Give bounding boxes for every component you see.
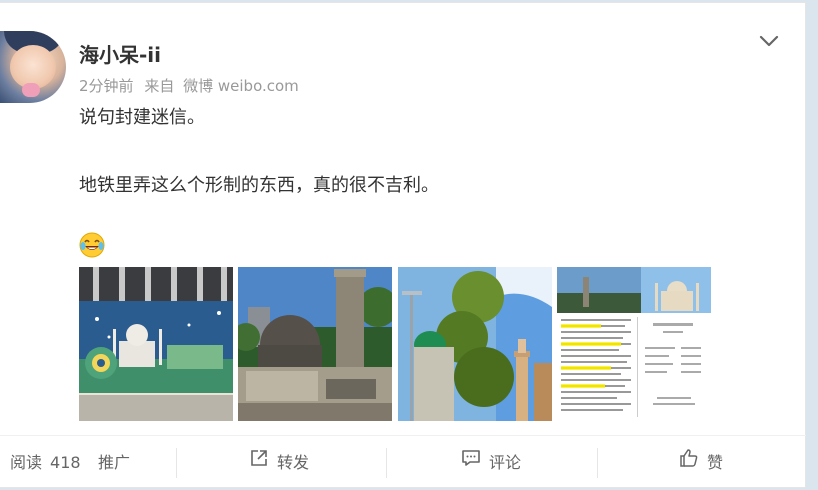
read-number: 418 xyxy=(50,453,81,472)
read-label: 阅读 xyxy=(10,453,43,472)
image-stone-monument[interactable] xyxy=(238,267,392,421)
promote-button[interactable]: 推广 xyxy=(98,436,130,490)
image-document-collage[interactable] xyxy=(557,267,711,421)
action-bar: 阅读 418 推广 转发 评论 赞 xyxy=(0,435,806,489)
weibo-post-card: 海小呆-ii 2分钟前 来自 微博 weibo.com 说句封建迷信。 地铁里弄… xyxy=(0,2,806,488)
comment-icon xyxy=(461,436,481,490)
post-source[interactable]: 微博 weibo.com xyxy=(183,77,299,95)
post-line-2: 地铁里弄这么个形制的东西，真的很不吉利。 xyxy=(79,175,439,196)
post-time[interactable]: 2分钟前 xyxy=(79,77,134,95)
repost-icon xyxy=(249,436,269,490)
divider xyxy=(597,448,598,478)
post-text: 说句封建迷信。 地铁里弄这么个形制的东西，真的很不吉利。 xyxy=(79,107,439,197)
image-subway-mural[interactable] xyxy=(79,267,233,421)
chevron-down-icon[interactable] xyxy=(758,30,780,52)
repost-button[interactable]: 转发 xyxy=(249,436,309,490)
post-line-1: 说句封建迷信。 xyxy=(79,107,205,128)
image-mosque-minaret[interactable] xyxy=(398,267,552,421)
promote-label: 推广 xyxy=(98,453,131,472)
avatar-hand xyxy=(22,83,40,97)
username[interactable]: 海小呆-ii xyxy=(79,39,161,68)
read-count: 阅读 418 xyxy=(10,436,81,490)
comment-label: 评论 xyxy=(489,453,522,472)
like-button[interactable]: 赞 xyxy=(679,436,723,490)
laughing-tears-icon xyxy=(79,232,105,258)
source-prefix: 来自 xyxy=(144,77,175,95)
thumbs-up-icon xyxy=(679,436,699,490)
repost-label: 转发 xyxy=(277,453,310,472)
divider xyxy=(176,448,177,478)
divider xyxy=(386,448,387,478)
avatar[interactable] xyxy=(0,31,66,103)
like-label: 赞 xyxy=(707,453,724,472)
comment-button[interactable]: 评论 xyxy=(461,436,521,490)
post-meta: 2分钟前 来自 微博 weibo.com xyxy=(79,75,305,96)
